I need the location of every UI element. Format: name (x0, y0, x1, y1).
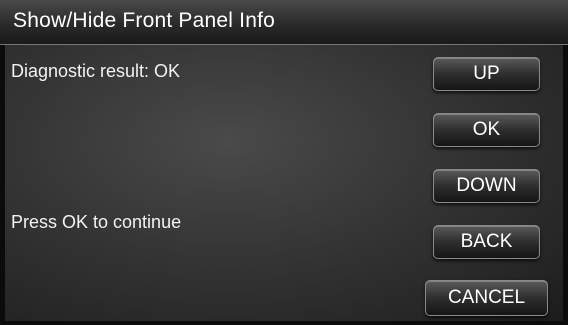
cancel-button[interactable]: CANCEL (425, 280, 548, 316)
back-button[interactable]: BACK (433, 225, 540, 259)
continue-instruction-text: Press OK to continue (11, 212, 182, 232)
page-title: Show/Hide Front Panel Info (13, 9, 276, 32)
diagnostic-result-text: Diagnostic result: OK (11, 61, 181, 81)
front-panel-screen: Show/Hide Front Panel Info Diagnostic re… (0, 0, 568, 325)
up-button[interactable]: UP (433, 57, 540, 91)
ok-button[interactable]: OK (433, 113, 540, 147)
title-bar: Show/Hide Front Panel Info (0, 0, 568, 45)
down-button[interactable]: DOWN (433, 169, 540, 203)
